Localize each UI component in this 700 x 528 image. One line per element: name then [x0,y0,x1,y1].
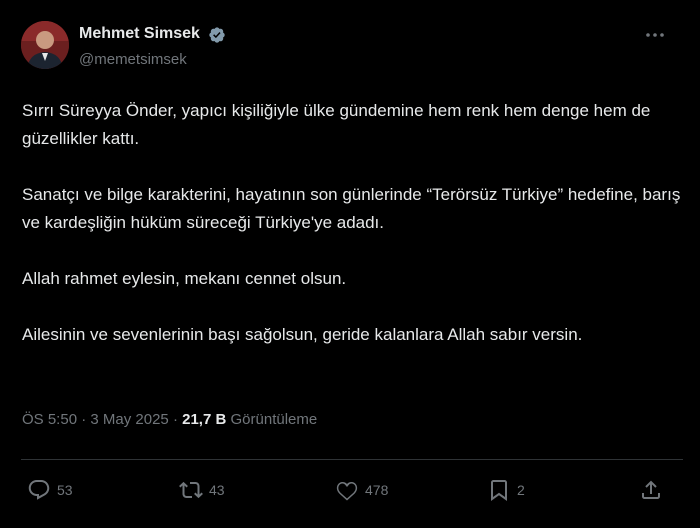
tweet-card: Mehmet Simsek @memetsimsek Sırrı Süreyya… [3,3,700,528]
screenshot-frame: Mehmet Simsek @memetsimsek Sırrı Süreyya… [0,0,700,525]
author-handle[interactable]: @memetsimsek [79,51,187,68]
author-display-name[interactable]: Mehmet Simsek [79,25,200,43]
tweet-text: Sırrı Süreyya Önder, yapıcı kişiliğiyle … [22,97,682,349]
retweet-count: 43 [209,482,225,498]
retweet-button[interactable]: 43 [179,477,225,503]
more-options-icon[interactable] [643,29,667,41]
tweet-time[interactable]: ÖS 5:50 [22,411,77,428]
reply-icon [28,480,50,500]
bookmark-icon [491,480,507,501]
heart-icon [336,481,358,501]
meta-separator: · [172,411,183,428]
divider [21,459,683,460]
like-button[interactable]: 478 [335,477,388,503]
avatar-image [21,21,69,69]
tweet-paragraph: Ailesinin ve sevenlerinin başı sağolsun,… [22,325,583,344]
views-count: 21,7 B [182,411,227,428]
share-button[interactable] [639,477,663,503]
meta-separator: · [81,411,91,428]
tweet-paragraph: Sanatçı ve bilge karakterini, hayatının … [22,185,681,232]
views-label: Görüntüleme [230,411,318,428]
tweet-paragraph: Allah rahmet eylesin, mekanı cennet olsu… [22,269,347,288]
like-count: 478 [365,482,389,498]
tweet-paragraph: Sırrı Süreyya Önder, yapıcı kişiliğiyle … [22,101,651,148]
reply-count: 53 [57,482,73,498]
retweet-icon [179,481,203,499]
tweet-date[interactable]: 3 May 2025 [90,411,168,428]
reply-button[interactable]: 53 [27,477,73,503]
share-icon [642,480,660,499]
tweet-meta: ÖS 5:50 · 3 May 2025 · 21,7 B Görüntülem… [22,411,317,428]
verified-badge-icon [209,27,225,43]
bookmark-button[interactable]: 2 [487,477,525,503]
avatar[interactable] [21,21,69,69]
bookmark-count: 2 [517,482,525,498]
